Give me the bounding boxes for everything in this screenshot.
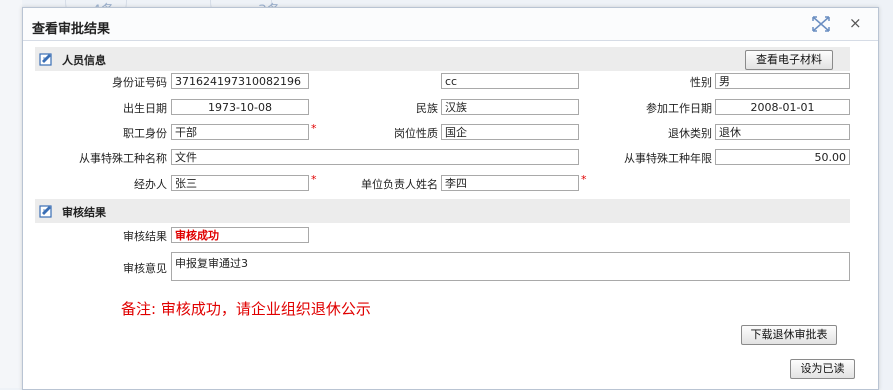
name-field[interactable]: cc: [441, 73, 579, 89]
edit-icon: [39, 204, 55, 218]
background-sidebar: [0, 0, 22, 388]
id-number-field[interactable]: 371624197310082196: [171, 73, 309, 89]
edit-icon: [39, 52, 55, 66]
required-mark: *: [311, 122, 317, 135]
mark-as-read-button[interactable]: 设为已读: [790, 359, 855, 379]
dialog-titlebar: 查看审批结果 ×: [23, 8, 878, 41]
work-start-date-field[interactable]: 2008-01-01: [715, 99, 850, 115]
unit-leader-field[interactable]: 李四: [441, 175, 579, 191]
review-result-label: 审核结果: [123, 230, 167, 243]
section-title: 审核结果: [62, 206, 106, 219]
dialog-title: 查看审批结果: [32, 22, 111, 37]
download-approval-form-button[interactable]: 下载退休审批表: [741, 325, 837, 345]
id-number-label: 身份证号码: [112, 76, 167, 89]
section-title: 人员信息: [62, 54, 106, 67]
ethnicity-field[interactable]: 汉族: [441, 99, 579, 115]
gender-field[interactable]: 男: [715, 73, 850, 89]
special-work-years-label: 从事特殊工种年限: [624, 152, 712, 165]
required-mark: *: [581, 173, 587, 186]
retirement-type-label: 退休类别: [668, 127, 712, 140]
post-nature-label: 岗位性质: [394, 127, 438, 140]
employee-status-field[interactable]: 干部: [171, 124, 309, 140]
review-opinion-field[interactable]: 申报复审通过3: [171, 252, 850, 281]
birth-date-field[interactable]: 1973-10-08: [171, 99, 309, 115]
maximize-icon[interactable]: [812, 16, 830, 32]
unit-leader-label: 单位负责人姓名: [361, 178, 438, 191]
personnel-section-header: 人员信息: [35, 47, 850, 71]
view-materials-button[interactable]: 查看电子材料: [745, 50, 833, 70]
gender-label: 性别: [690, 76, 712, 89]
review-section-header: 审核结果: [35, 199, 850, 223]
work-start-date-label: 参加工作日期: [646, 102, 712, 115]
special-work-name-field[interactable]: 文件: [171, 149, 579, 165]
special-work-years-field[interactable]: 50.00: [715, 149, 850, 165]
special-work-name-label: 从事特殊工种名称: [79, 152, 167, 165]
birth-date-label: 出生日期: [123, 102, 167, 115]
approval-note: 备注: 审核成功，请企业组织退休公示: [121, 300, 371, 318]
handler-field[interactable]: 张三: [171, 175, 309, 191]
close-icon[interactable]: ×: [849, 14, 862, 32]
required-mark: *: [311, 173, 317, 186]
review-result-field[interactable]: 审核成功: [171, 227, 309, 243]
review-opinion-label: 审核意见: [123, 262, 167, 275]
handler-label: 经办人: [134, 178, 167, 191]
approval-result-dialog: 查看审批结果 × 人员信息 查看电子材料 身份证号码 3716241973100…: [22, 7, 879, 390]
employee-status-label: 职工身份: [123, 127, 167, 140]
post-nature-field[interactable]: 国企: [441, 124, 579, 140]
ethnicity-label: 民族: [416, 102, 438, 115]
retirement-type-field[interactable]: 退休: [715, 124, 850, 140]
